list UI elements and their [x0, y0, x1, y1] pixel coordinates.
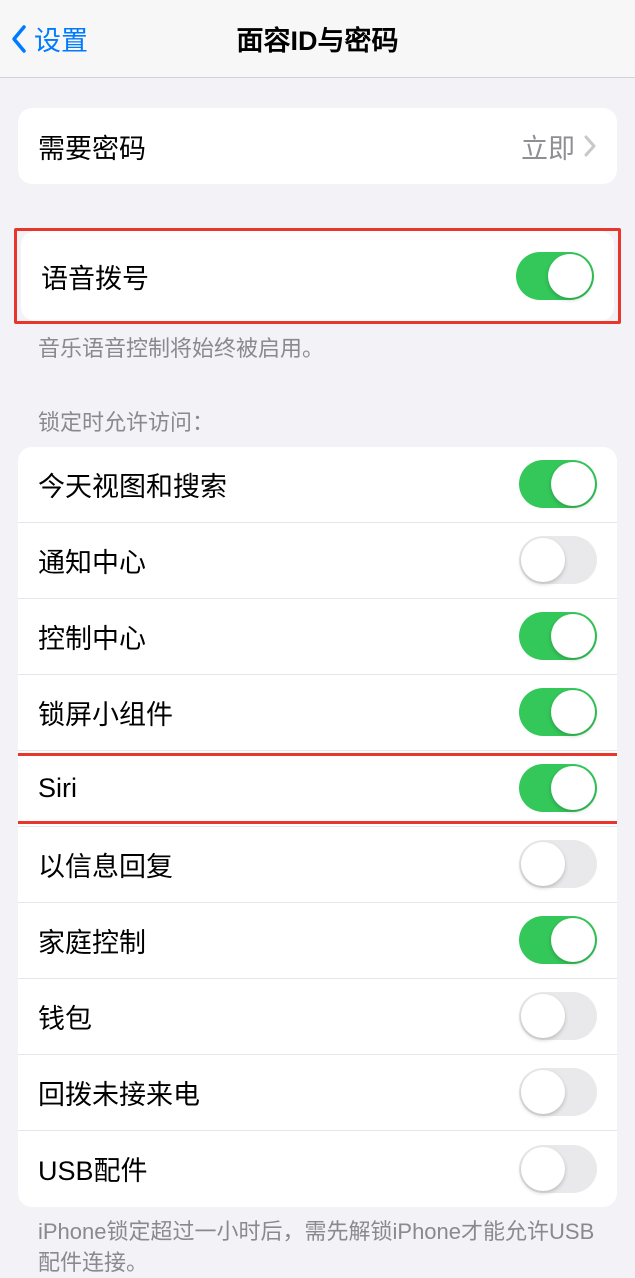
lock-row-7: 钱包	[18, 979, 617, 1055]
lock-row-label: 锁屏小组件	[38, 693, 173, 732]
lock-row-1: 通知中心	[18, 523, 617, 599]
lock-row-label: 通知中心	[38, 541, 146, 580]
lock-row-toggle[interactable]	[519, 688, 597, 736]
toggle-knob	[551, 462, 595, 506]
chevron-right-icon	[583, 135, 597, 157]
toggle-knob	[521, 1147, 565, 1191]
lock-section-header: 锁定时允许访问：	[18, 365, 617, 447]
voice-dial-highlight: 语音拨号	[14, 228, 621, 324]
require-passcode-card: 需要密码 立即	[18, 108, 617, 184]
toggle-knob	[521, 538, 565, 582]
lock-row-2: 控制中心	[18, 599, 617, 675]
lock-row-label: USB配件	[38, 1149, 148, 1188]
lock-access-card: 今天视图和搜索通知中心控制中心锁屏小组件 Siri 以信息回复家庭控制钱包回拨未接来…	[18, 447, 617, 1207]
lock-row-toggle[interactable]	[519, 764, 597, 812]
lock-row-label: 回拨未接来电	[38, 1073, 200, 1112]
toggle-knob	[521, 1070, 565, 1114]
lock-row-label: 今天视图和搜索	[38, 465, 227, 504]
voice-dial-label: 语音拨号	[41, 257, 149, 296]
lock-row-5: 以信息回复	[18, 827, 617, 903]
lock-row-toggle[interactable]	[519, 1145, 597, 1193]
lock-row-0: 今天视图和搜索	[18, 447, 617, 523]
toggle-knob	[551, 918, 595, 962]
page-title: 面容ID与密码	[0, 19, 635, 58]
toggle-knob	[551, 690, 595, 734]
lock-row-label: Siri	[38, 773, 77, 804]
voice-dial-footer: 音乐语音控制将始终被启用。	[18, 324, 617, 365]
lock-row-label: 钱包	[38, 997, 92, 1036]
lock-row-label: 控制中心	[38, 617, 146, 656]
lock-row-9: USB配件	[18, 1131, 617, 1207]
lock-row-6: 家庭控制	[18, 903, 617, 979]
header: 设置 面容ID与密码	[0, 0, 635, 78]
lock-row-toggle[interactable]	[519, 536, 597, 584]
lock-row-4: Siri	[18, 751, 617, 827]
back-label: 设置	[34, 19, 88, 58]
toggle-knob	[521, 842, 565, 886]
require-passcode-label: 需要密码	[38, 127, 146, 166]
require-passcode-value-text: 立即	[521, 127, 575, 166]
back-button[interactable]: 设置	[8, 19, 88, 58]
lock-row-toggle[interactable]	[519, 992, 597, 1040]
voice-dial-toggle[interactable]	[516, 252, 594, 300]
lock-row-8: 回拨未接来电	[18, 1055, 617, 1131]
toggle-knob	[551, 614, 595, 658]
lock-row-label: 以信息回复	[38, 845, 173, 884]
toggle-knob	[551, 766, 595, 810]
voice-dial-card: 语音拨号	[21, 231, 614, 321]
toggle-knob	[521, 994, 565, 1038]
lock-row-toggle[interactable]	[519, 916, 597, 964]
lock-row-toggle[interactable]	[519, 612, 597, 660]
require-passcode-row[interactable]: 需要密码 立即	[18, 108, 617, 184]
lock-row-toggle[interactable]	[519, 1068, 597, 1116]
chevron-left-icon	[8, 22, 30, 56]
lock-row-toggle[interactable]	[519, 460, 597, 508]
toggle-knob	[548, 254, 592, 298]
require-passcode-value: 立即	[521, 127, 597, 166]
lock-row-3: 锁屏小组件	[18, 675, 617, 751]
lock-row-toggle[interactable]	[519, 840, 597, 888]
lock-row-label: 家庭控制	[38, 921, 146, 960]
lock-section-footer: iPhone锁定超过一小时后，需先解锁iPhone才能允许USB配件连接。	[18, 1207, 617, 1278]
voice-dial-row: 语音拨号	[21, 231, 614, 321]
